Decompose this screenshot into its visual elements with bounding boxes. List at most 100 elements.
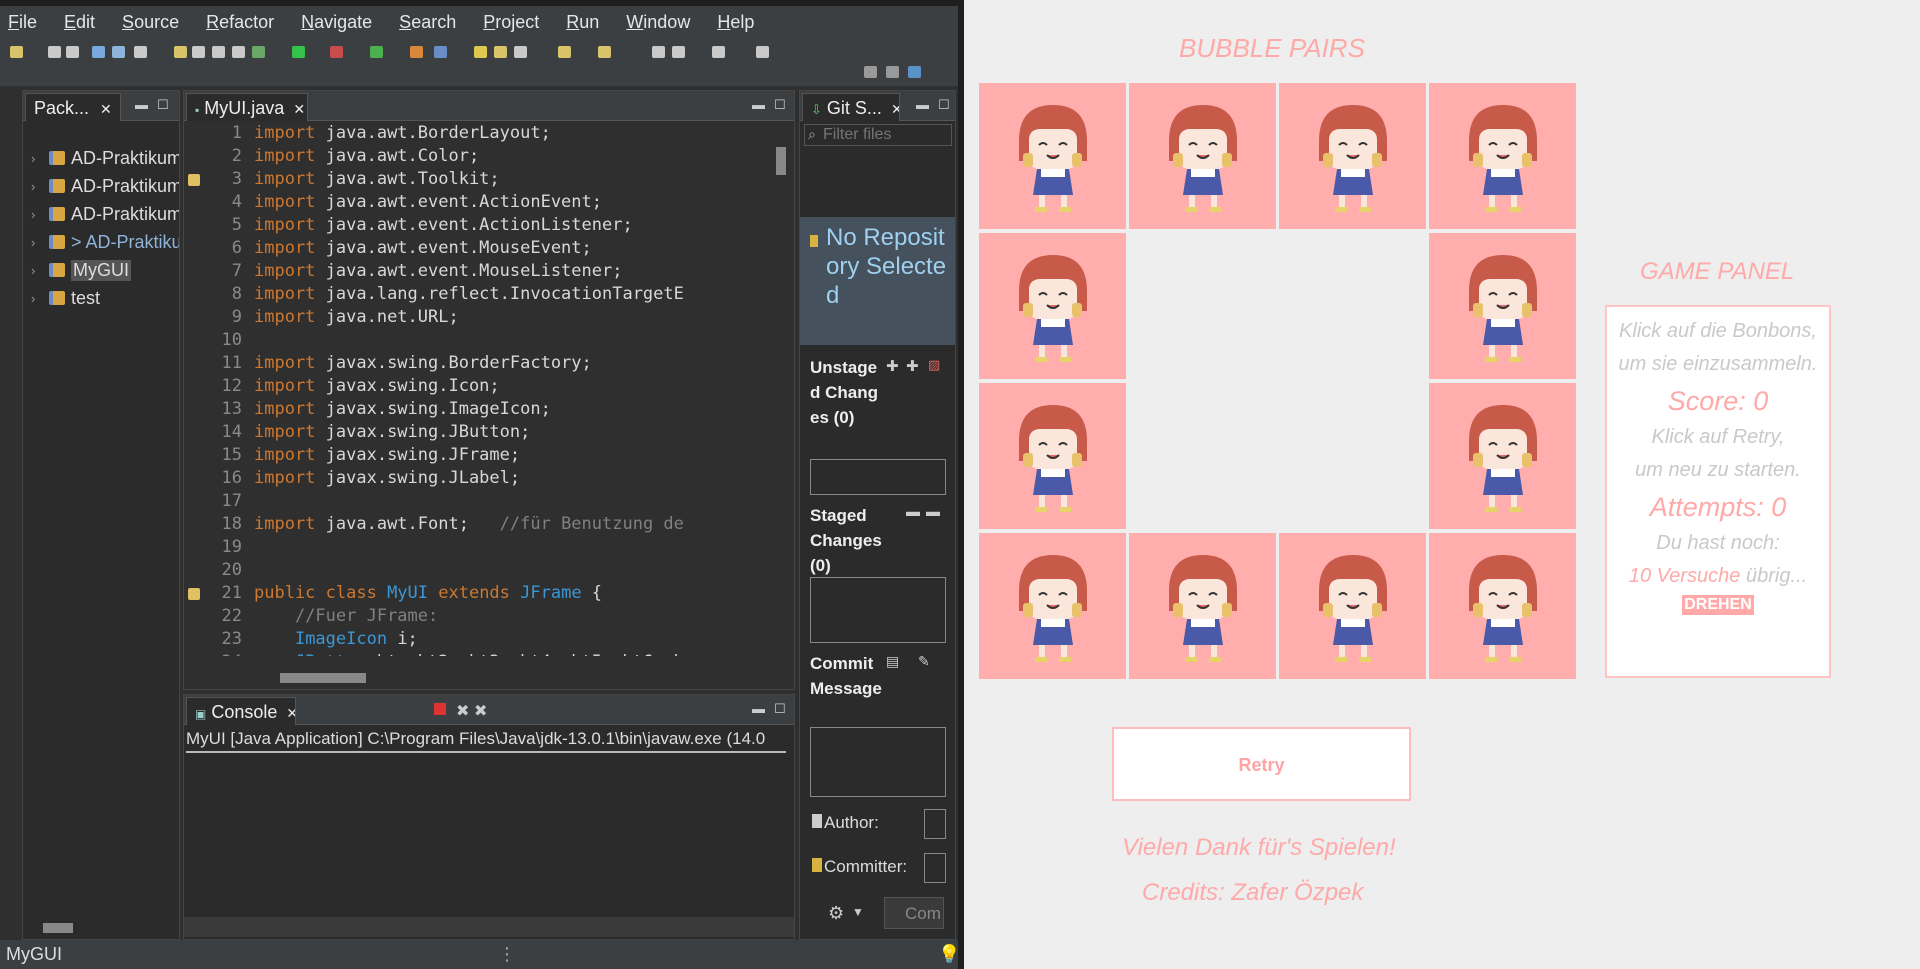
unstage-icon[interactable]: ▬ xyxy=(906,503,920,519)
unstaged-list[interactable] xyxy=(810,459,946,495)
tab-git-staging[interactable]: ⇩ Git S... ✕ xyxy=(802,93,900,121)
toolbar-button-icon[interactable] xyxy=(410,46,423,58)
toolbar-button-icon[interactable] xyxy=(514,46,527,58)
menu-edit[interactable]: Edit xyxy=(64,12,95,33)
maximize-icon[interactable]: ☐ xyxy=(774,97,786,113)
candy-card[interactable] xyxy=(1279,83,1426,229)
close-icon[interactable]: ✕ xyxy=(100,101,112,117)
tab-console[interactable]: ▣ Console ✕ xyxy=(186,697,296,725)
close-icon[interactable]: ✕ xyxy=(286,705,295,721)
commit-message-input[interactable] xyxy=(810,727,946,797)
toolbar-button-icon[interactable] xyxy=(434,46,447,58)
warning-icon[interactable] xyxy=(188,588,200,600)
tree-item[interactable]: › AD-Praktikum xyxy=(31,145,179,171)
candy-card[interactable] xyxy=(1429,83,1576,229)
unstage-all-icon[interactable]: ▬ xyxy=(926,503,940,519)
toolbar-button-icon[interactable] xyxy=(558,46,571,58)
chevron-down-icon[interactable]: ▼ xyxy=(852,905,864,919)
toolbar-button-icon[interactable] xyxy=(10,46,23,58)
toolbar-button-icon[interactable] xyxy=(598,46,611,58)
tree-item[interactable]: › test xyxy=(31,285,100,311)
code-area[interactable]: 1 import java.awt.BorderLayout; 2 import ja… xyxy=(182,121,754,656)
menu-file[interactable]: File xyxy=(8,12,37,33)
staged-list[interactable] xyxy=(810,577,946,643)
menu-search[interactable]: Search xyxy=(399,12,456,33)
toolbar-button-icon[interactable] xyxy=(66,46,79,58)
horizontal-scrollbar[interactable] xyxy=(280,673,366,683)
candy-card[interactable] xyxy=(979,533,1126,679)
expand-arrow-icon[interactable]: › xyxy=(31,263,49,278)
toolbar-button-icon[interactable] xyxy=(134,46,147,58)
tree-item[interactable]: › MyGUI xyxy=(31,257,131,283)
remove-launch-icon[interactable]: ✖ xyxy=(456,701,469,721)
retry-button[interactable]: Retry xyxy=(1112,727,1411,801)
candy-card[interactable] xyxy=(1129,83,1276,229)
tab-package-explorer[interactable]: Pack... ✕ xyxy=(25,93,121,121)
stage-selected-icon[interactable]: ✚ xyxy=(886,357,899,375)
committer-field[interactable] xyxy=(924,853,946,883)
minimize-icon[interactable]: ▬ xyxy=(916,97,929,112)
toolbar-button-icon[interactable] xyxy=(92,46,105,58)
minimize-icon[interactable]: ▬ xyxy=(752,97,765,112)
author-field[interactable] xyxy=(924,809,946,839)
close-icon[interactable]: ✕ xyxy=(891,101,899,117)
toolbar-button-icon[interactable] xyxy=(48,46,61,58)
tab-myui-java[interactable]: ▪ MyUI.java ✕ xyxy=(186,93,308,121)
toolbar-button-icon[interactable] xyxy=(112,46,125,58)
menu-help[interactable]: Help xyxy=(717,12,754,33)
remove-all-icon[interactable]: ✖ xyxy=(474,701,487,721)
menu-navigate[interactable]: Navigate xyxy=(301,12,372,33)
expand-arrow-icon[interactable]: › xyxy=(31,235,49,250)
toolbar-button-icon[interactable] xyxy=(174,46,187,58)
tree-item[interactable]: › AD-Praktikum xyxy=(31,201,179,227)
candy-card[interactable] xyxy=(979,83,1126,229)
toolbar-button-icon[interactable] xyxy=(292,46,305,58)
filter-files-input[interactable] xyxy=(804,124,952,146)
horizontal-scrollbar[interactable] xyxy=(43,923,73,933)
toolbar-button-icon[interactable] xyxy=(652,46,665,58)
toolbar-button-icon[interactable] xyxy=(252,46,265,58)
vertical-scrollbar[interactable] xyxy=(776,147,786,175)
maximize-icon[interactable]: ☐ xyxy=(774,701,786,717)
menu-source[interactable]: Source xyxy=(122,12,179,33)
toolbar-button-icon[interactable] xyxy=(232,46,245,58)
terminate-icon[interactable] xyxy=(434,703,446,715)
java-perspective-icon[interactable] xyxy=(908,66,921,78)
expand-arrow-icon[interactable]: › xyxy=(31,207,49,222)
minimize-icon[interactable]: ▬ xyxy=(135,97,148,112)
toolbar-button-icon[interactable] xyxy=(330,46,343,58)
menu-window[interactable]: Window xyxy=(626,12,690,33)
candy-card[interactable] xyxy=(1429,383,1576,529)
tree-item[interactable]: › > AD-Praktikum xyxy=(31,229,179,255)
toolbar-button-icon[interactable] xyxy=(494,46,507,58)
commit-button[interactable]: Com xyxy=(884,897,944,929)
ignore-icon[interactable]: ▨ xyxy=(928,357,940,373)
horizontal-scrollbar[interactable] xyxy=(184,917,794,937)
candy-card[interactable] xyxy=(979,383,1126,529)
toolbar-button-icon[interactable] xyxy=(474,46,487,58)
candy-card[interactable] xyxy=(1429,233,1576,379)
toolbar-button-icon[interactable] xyxy=(712,46,725,58)
candy-card[interactable] xyxy=(1429,533,1576,679)
search-icon[interactable] xyxy=(864,66,877,78)
toolbar-button-icon[interactable] xyxy=(212,46,225,58)
drehen-button[interactable]: DREHEN xyxy=(1682,595,1754,615)
menu-run[interactable]: Run xyxy=(566,12,599,33)
toolbar-button-icon[interactable] xyxy=(370,46,383,58)
tree-item[interactable]: › AD-Praktikum xyxy=(31,173,179,199)
toolbar-button-icon[interactable] xyxy=(672,46,685,58)
maximize-icon[interactable]: ☐ xyxy=(938,97,950,113)
menu-project[interactable]: Project xyxy=(483,12,539,33)
expand-arrow-icon[interactable]: › xyxy=(31,151,49,166)
toolbar-button-icon[interactable] xyxy=(192,46,205,58)
sign-off-icon[interactable]: ✎ xyxy=(918,653,930,670)
menu-refactor[interactable]: Refactor xyxy=(206,12,274,33)
warning-icon[interactable] xyxy=(188,174,200,186)
candy-card[interactable] xyxy=(1129,533,1276,679)
candy-card[interactable] xyxy=(1279,533,1426,679)
candy-card[interactable] xyxy=(979,233,1126,379)
expand-arrow-icon[interactable]: › xyxy=(31,179,49,194)
gear-icon[interactable]: ⚙ xyxy=(828,903,844,924)
toolbar-button-icon[interactable] xyxy=(756,46,769,58)
expand-arrow-icon[interactable]: › xyxy=(31,291,49,306)
